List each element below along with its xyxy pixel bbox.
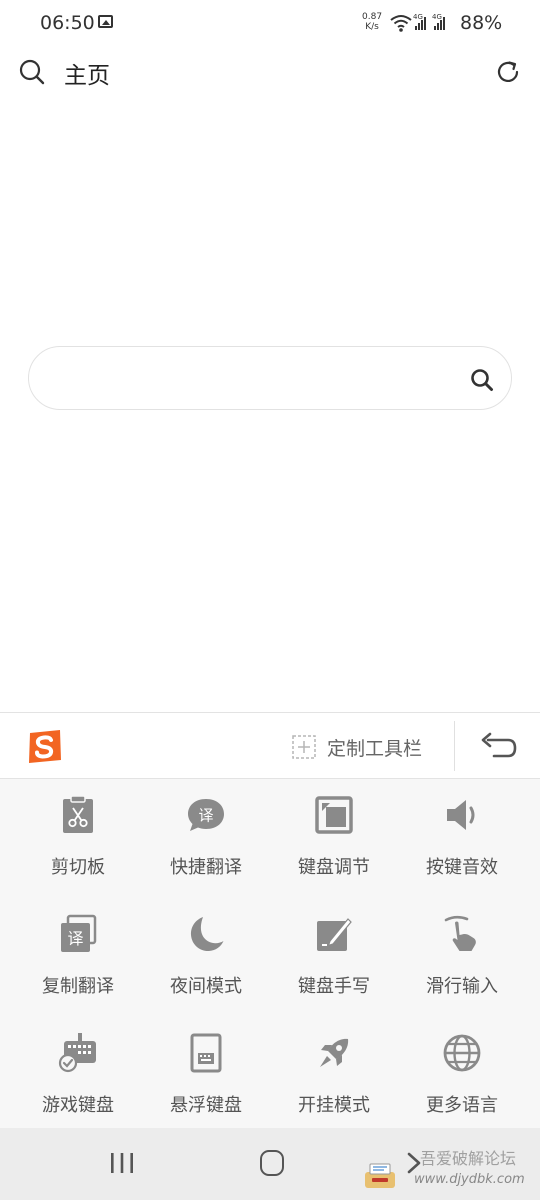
tool-keyboard-adjust[interactable]: 键盘调节	[270, 779, 398, 889]
translate-glyph: 译	[67, 929, 83, 948]
app-header: 主页	[0, 48, 540, 94]
search-input[interactable]	[53, 361, 457, 397]
page-title: 主页	[64, 63, 110, 89]
tool-label: 开挂模式	[298, 1095, 370, 1116]
search-box[interactable]	[28, 346, 512, 410]
refresh-icon[interactable]	[494, 58, 522, 86]
tool-swipe-input[interactable]: 滑行输入	[398, 898, 526, 1008]
tool-label: 悬浮键盘	[170, 1095, 242, 1116]
customize-add-icon	[292, 735, 316, 759]
swipe-hand-icon	[444, 915, 476, 951]
back-arrow-icon[interactable]	[478, 731, 518, 761]
clipboard-scissors-icon	[63, 795, 93, 833]
image-notification-icon	[98, 15, 113, 28]
tool-label: 键盘手写	[298, 976, 370, 997]
tool-handwriting[interactable]: 键盘手写	[270, 898, 398, 1008]
speaker-icon	[447, 800, 475, 830]
rocket-icon	[320, 1038, 349, 1067]
keyboard-resize-icon	[315, 796, 353, 834]
keyboard-tools-panel: 剪切板 译 快捷翻译 键盘调节 按键音效 译 复制翻译 夜间模式 键盘手写 滑行…	[0, 779, 540, 1129]
status-bar: 06:50 0.87 K/s 4G 4G 88%	[0, 0, 540, 48]
sogou-logo-icon[interactable]	[26, 729, 64, 765]
tool-label: 滑行输入	[426, 976, 498, 997]
network-speed-unit: K/s	[365, 22, 379, 32]
network-type-1: 4G	[413, 13, 423, 21]
network-speed-value: 0.87	[362, 12, 383, 22]
network-type-2: 4G	[432, 13, 442, 21]
search-icon[interactable]	[18, 58, 46, 86]
battery-percentage: 88%	[460, 12, 503, 34]
recent-apps-icon[interactable]	[108, 1152, 136, 1174]
tool-floating-keyboard[interactable]: 悬浮键盘	[142, 1017, 270, 1127]
tool-label: 剪切板	[51, 857, 105, 878]
tool-label: 按键音效	[426, 857, 498, 878]
watermark-logo-icon	[365, 1163, 395, 1188]
watermark-text: 吾爱破解论坛	[420, 1149, 517, 1168]
tool-quick-translate[interactable]: 译 快捷翻译	[142, 779, 270, 889]
tool-key-sound[interactable]: 按键音效	[398, 779, 526, 889]
copy-translate-icon: 译	[61, 914, 97, 952]
signal-icon: 4G 4G	[413, 13, 445, 30]
tool-clipboard[interactable]: 剪切板	[14, 779, 142, 889]
translate-glyph: 译	[198, 807, 213, 825]
tool-label: 复制翻译	[42, 976, 114, 997]
wifi-icon	[390, 15, 412, 32]
tool-game-keyboard[interactable]: 游戏键盘	[14, 1017, 142, 1127]
home-icon[interactable]	[260, 1150, 284, 1176]
game-keyboard-icon	[58, 1033, 96, 1073]
system-navigation-bar: 吾爱破解论坛 www.djydbk.com	[0, 1128, 540, 1200]
status-time: 06:50	[40, 12, 95, 34]
tool-cheat-mode[interactable]: 开挂模式	[270, 1017, 398, 1127]
tool-copy-translate[interactable]: 译 复制翻译	[14, 898, 142, 1008]
search-submit-icon[interactable]	[469, 367, 495, 393]
keyboard-toolbar: 定制工具栏	[0, 712, 540, 779]
tool-more-languages[interactable]: 更多语言	[398, 1017, 526, 1127]
tool-label: 更多语言	[426, 1095, 498, 1116]
moon-icon	[190, 917, 224, 952]
tool-label: 夜间模式	[170, 976, 242, 997]
tool-label: 快捷翻译	[170, 857, 242, 878]
customize-toolbar-label: 定制工具栏	[327, 738, 423, 760]
tool-label: 键盘调节	[298, 857, 370, 878]
watermark-url: www.djydbk.com	[414, 1172, 525, 1187]
translate-bubble-icon: 译	[188, 799, 224, 831]
tool-night-mode[interactable]: 夜间模式	[142, 898, 270, 1008]
floating-keyboard-icon	[190, 1033, 222, 1073]
globe-icon	[443, 1034, 481, 1072]
network-speed: 0.87 K/s	[362, 12, 382, 32]
handwriting-icon	[317, 918, 352, 951]
toolbar-divider	[454, 721, 455, 771]
tool-label: 游戏键盘	[42, 1095, 114, 1116]
